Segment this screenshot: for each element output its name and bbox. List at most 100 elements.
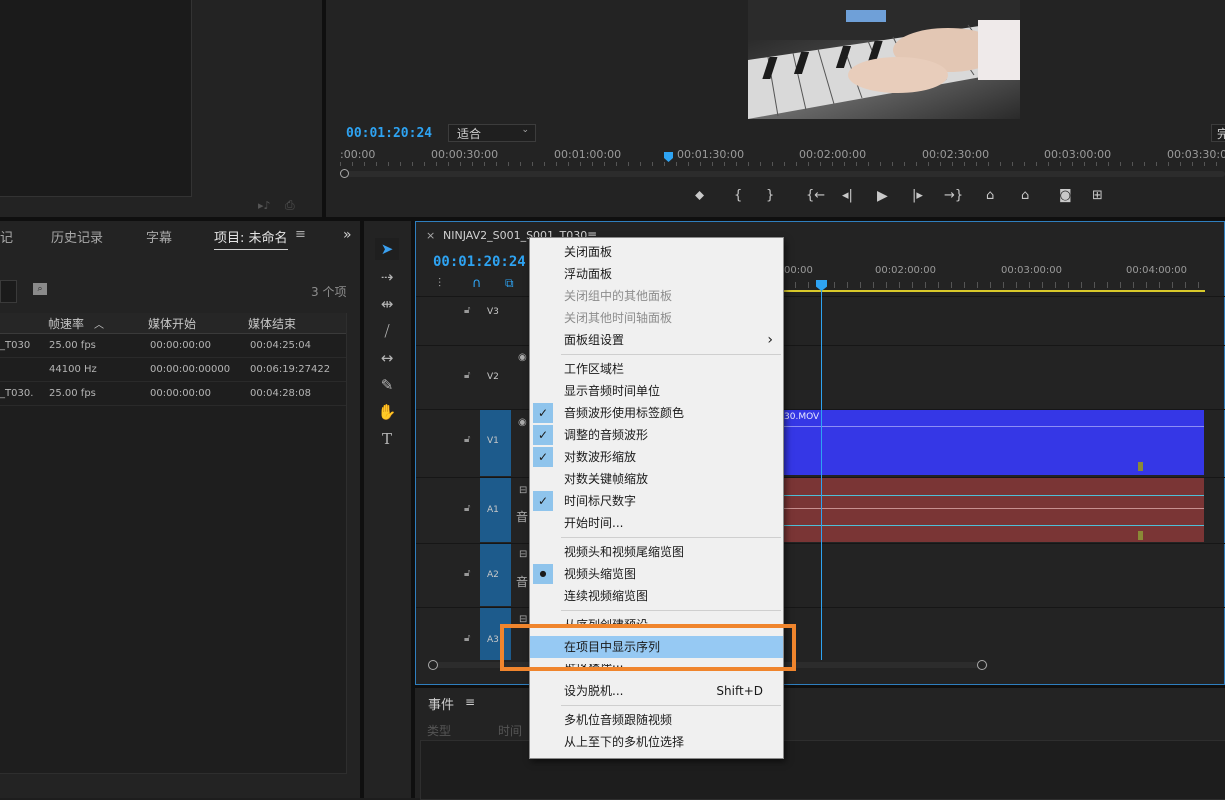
lock-icon[interactable]: 🔓︎: [464, 305, 470, 316]
fit-dropdown[interactable]: 适合 ⌄: [448, 124, 536, 142]
mute-icon[interactable]: ⊟: [519, 485, 527, 496]
mark-out-icon[interactable]: }: [766, 186, 774, 206]
events-title[interactable]: 事件: [428, 694, 454, 713]
go-to-in-icon[interactable]: {←: [806, 186, 825, 206]
lift-icon[interactable]: ⌂: [986, 186, 994, 206]
item-count: 3 个项: [311, 285, 347, 299]
menu-item-time-ruler-numbers[interactable]: ✓ 时间标尺数字: [530, 490, 783, 512]
submenu-arrow-icon: ›: [767, 332, 773, 348]
checkmark-icon: ✓: [533, 447, 553, 467]
extract-icon[interactable]: ⌂: [1021, 186, 1029, 206]
menu-item-multicam-top-down-selection[interactable]: 从上至下的多机位选择: [530, 731, 783, 753]
program-timecode[interactable]: 00:01:20:24: [346, 126, 432, 141]
go-to-out-icon[interactable]: →}: [944, 186, 963, 206]
menu-item-close-panel[interactable]: 关闭面板: [530, 241, 783, 263]
add-marker-icon[interactable]: ⬥: [695, 186, 704, 206]
menu-item-video-head-thumbnails[interactable]: ● 视频头缩览图: [530, 563, 783, 585]
timeline-timecode[interactable]: 00:01:20:24: [433, 254, 526, 270]
more-tabs-icon[interactable]: »: [343, 227, 352, 243]
menu-item-start-time[interactable]: 开始时间...: [530, 512, 783, 534]
eye-icon[interactable]: ◉: [518, 352, 527, 363]
lock-icon[interactable]: 🔓︎: [464, 568, 470, 579]
linked-selection-icon[interactable]: ⧉: [505, 276, 514, 291]
menu-item-work-area-bar[interactable]: 工作区域栏: [530, 358, 783, 380]
find-icon[interactable]: ⌕: [33, 283, 47, 295]
menu-item-continuous-video-thumbnails[interactable]: 连续视频缩览图: [530, 585, 783, 607]
step-forward-icon[interactable]: |▸: [912, 186, 923, 206]
menu-item-audio-waveform-label-color[interactable]: ✓ 音频波形使用标签颜色: [530, 402, 783, 424]
video-export-icon[interactable]: ⎙: [285, 198, 295, 213]
scroll-handle-left[interactable]: [428, 660, 438, 670]
table-row[interactable]: _T030. 25.00 fps 00:00:00:00 00:04:28:08: [0, 382, 346, 406]
table-row[interactable]: _T030 25.00 fps 00:00:00:00 00:04:25:04: [0, 334, 346, 358]
lock-icon[interactable]: 🔓︎: [464, 503, 470, 514]
menu-item-label: 视频头和视频尾缩览图: [564, 545, 685, 559]
sort-ascending-icon: ︿: [94, 320, 104, 331]
zoom-handle[interactable]: [340, 169, 349, 178]
audio-track-glyph: 音: [516, 510, 529, 524]
keyframe-marker[interactable]: [1138, 462, 1143, 471]
audio-clip[interactable]: [782, 478, 1204, 542]
menu-item-show-audio-time-units[interactable]: 显示音频时间单位: [530, 380, 783, 402]
export-frame-icon[interactable]: ◙: [1059, 186, 1072, 206]
mute-icon[interactable]: ⊟: [519, 549, 527, 560]
column-header[interactable]: 媒体结束: [248, 315, 296, 332]
timeline-ruler-label: 00:04:00:00: [1126, 265, 1188, 276]
column-header[interactable]: 媒体开始: [148, 315, 196, 332]
hand-tool-icon[interactable]: ✋: [375, 401, 399, 423]
timeline-context-menu: 关闭面板 浮动面板 关闭组中的其他面板 关闭其他时间轴面板 面板组设置 › 工作区…: [529, 237, 784, 759]
step-back-icon[interactable]: ◂|: [842, 186, 853, 206]
timeline-ruler-label: 00:00: [784, 265, 813, 276]
highlight-annotation-box: [500, 624, 796, 671]
audio-export-icon[interactable]: ▸♪: [258, 199, 271, 212]
button-editor-icon[interactable]: ⊞: [1092, 186, 1103, 206]
tab-captions[interactable]: 字幕: [146, 227, 172, 246]
column-header[interactable]: 帧速率: [48, 315, 84, 332]
work-area-bar[interactable]: [782, 290, 1205, 292]
lock-icon[interactable]: 🔓︎: [464, 370, 470, 381]
slip-tool-icon[interactable]: ↔: [375, 347, 399, 369]
checkmark-icon: ✓: [533, 491, 553, 511]
program-ruler[interactable]: :00:00 00:00:30:00 00:01:00:00 00:01:30:…: [340, 146, 1225, 166]
play-icon[interactable]: ▶: [877, 186, 888, 206]
scroll-handle-right[interactable]: [977, 660, 987, 670]
tab-project-menu-icon[interactable]: ≡: [295, 227, 306, 242]
events-column-time[interactable]: 时间: [498, 722, 522, 739]
selection-tool-icon[interactable]: ➤: [375, 238, 399, 260]
menu-item-label: 面板组设置: [564, 333, 625, 347]
razor-tool-icon[interactable]: ⧸: [375, 320, 399, 342]
right-edge-dropdown[interactable]: 完: [1211, 124, 1225, 142]
right-edge-label: 完: [1217, 127, 1225, 141]
menu-item-multicam-audio-follows-video[interactable]: 多机位音频跟随视频: [530, 709, 783, 731]
menu-item-panel-group-settings[interactable]: 面板组设置 ›: [530, 329, 783, 351]
track-select-tool-icon[interactable]: ⇢: [375, 266, 399, 288]
events-menu-icon[interactable]: ≡: [465, 695, 475, 709]
search-field[interactable]: [0, 280, 17, 303]
mark-in-icon[interactable]: {: [734, 186, 742, 206]
menu-item-make-offline[interactable]: 设为脱机... Shift+D: [530, 680, 783, 702]
lock-icon[interactable]: 🔓︎: [464, 434, 470, 445]
menu-item-logarithmic-waveform-scaling[interactable]: ✓ 对数波形缩放: [530, 446, 783, 468]
menu-item-float-panel[interactable]: 浮动面板: [530, 263, 783, 285]
insert-sequence-icon[interactable]: ⫶: [438, 276, 441, 291]
menu-item-video-head-tail-thumbnails[interactable]: 视频头和视频尾缩览图: [530, 541, 783, 563]
events-column-type[interactable]: 类型: [427, 722, 451, 739]
keyframe-marker[interactable]: [1138, 531, 1143, 540]
menu-item-rectified-audio-waveforms[interactable]: ✓ 调整的音频波形: [530, 424, 783, 446]
tab-markers[interactable]: 记: [0, 227, 13, 246]
table-row[interactable]: 44100 Hz 00:00:00:00000 00:06:19:27422: [0, 358, 346, 382]
menu-item-label: 对数波形缩放: [564, 450, 637, 464]
snap-icon[interactable]: ∩: [472, 276, 482, 291]
lock-icon[interactable]: 🔓︎: [464, 633, 470, 644]
close-icon[interactable]: ×: [426, 229, 435, 242]
pen-tool-icon[interactable]: ✎: [375, 374, 399, 396]
menu-item-logarithmic-keyframe-scaling[interactable]: 对数关键帧缩放: [530, 468, 783, 490]
tab-project[interactable]: 项目: 未命名: [214, 227, 288, 250]
video-clip[interactable]: 30.MOV: [782, 410, 1204, 475]
program-zoom-bar[interactable]: [340, 169, 1225, 178]
menu-item-label: 从上至下的多机位选择: [564, 735, 685, 749]
eye-icon[interactable]: ◉: [518, 417, 527, 428]
type-tool-icon[interactable]: T: [375, 428, 399, 450]
ripple-edit-tool-icon[interactable]: ⇹: [375, 293, 399, 315]
tab-history[interactable]: 历史记录: [51, 227, 103, 246]
